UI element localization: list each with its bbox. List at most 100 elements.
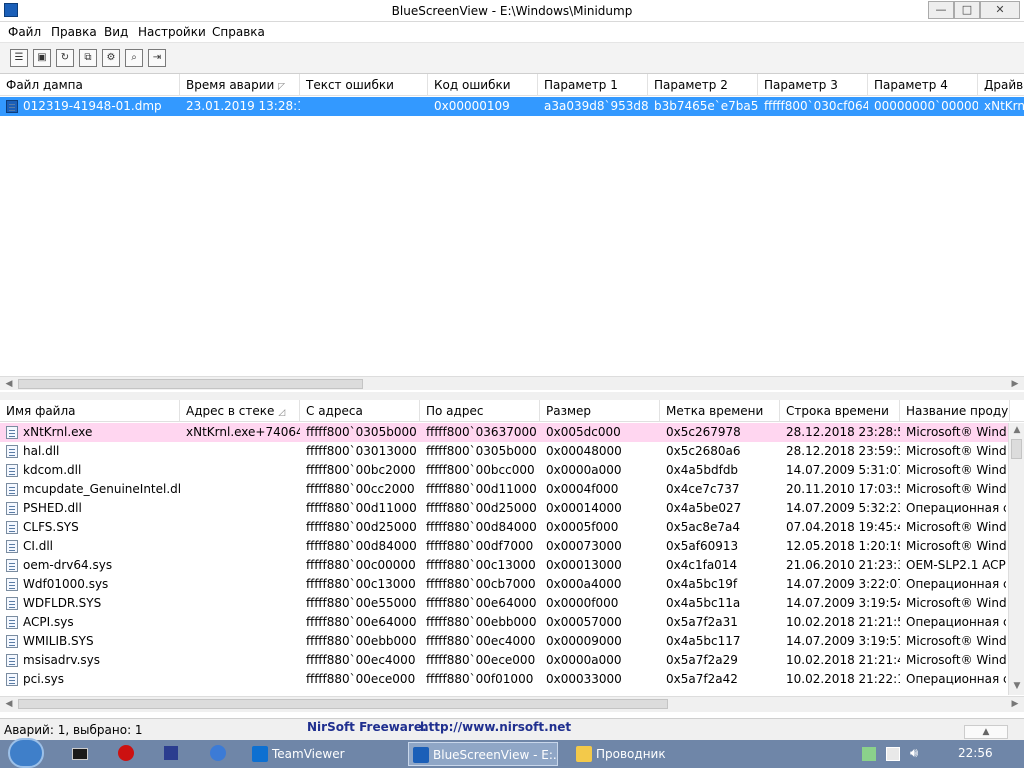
toolbar: ☰ ▣ ↻ ⧉ ⚙ ⌕ ⇥ [0, 42, 1024, 74]
maxthon-icon[interactable] [210, 745, 226, 761]
menu-view[interactable]: Вид [104, 25, 128, 39]
driver-size: 0x00013000 [546, 558, 622, 572]
col-param4[interactable]: Параметр 4 [868, 74, 978, 96]
driver-filename: pci.sys [23, 672, 64, 686]
table-row[interactable]: CI.dll fffff880`00d84000 fffff880`00df7000… [0, 537, 1008, 556]
col-size[interactable]: Размер [540, 400, 660, 422]
col-param1[interactable]: Параметр 1 [538, 74, 648, 96]
col-param3[interactable]: Параметр 3 [758, 74, 868, 96]
collapse-arrow-icon[interactable]: ▲ [964, 725, 1008, 739]
volume-icon[interactable]: 🔊︎ [910, 746, 918, 761]
driver-timestamp: 0x5c267978 [666, 425, 741, 439]
task-bluescreenview[interactable]: BlueScreenView - E:... [408, 742, 558, 766]
menu-file[interactable]: Файл [8, 25, 41, 39]
table-row[interactable]: CLFS.SYS fffff880`00d25000 fffff880`00d840… [0, 518, 1008, 537]
minimize-button[interactable]: — [928, 1, 954, 19]
col-time-string[interactable]: Строка времени [780, 400, 900, 422]
driver-product-name: Операционная си [906, 501, 1006, 515]
refresh-icon[interactable]: ↻ [56, 49, 74, 67]
scroll-down-icon[interactable]: ▼ [1010, 679, 1024, 693]
scroll-left-icon[interactable]: ◀ [2, 697, 16, 711]
close-button[interactable]: ✕ [980, 1, 1020, 19]
col-param2[interactable]: Параметр 2 [648, 74, 758, 96]
tray-flag-icon[interactable] [862, 747, 876, 761]
driver-time-string: 28.12.2018 23:59:34 [786, 444, 900, 458]
driver-from-address: fffff880`00ebb000 [306, 634, 417, 648]
driver-size: 0x00073000 [546, 539, 622, 553]
table-row[interactable]: pci.sys fffff880`00ece000 fffff880`00f0100… [0, 670, 1008, 689]
exit-icon[interactable]: ⇥ [148, 49, 166, 67]
start-button[interactable] [8, 738, 44, 768]
dumps-scroll-thumb[interactable] [18, 379, 363, 389]
driver-product-name: Операционная си [906, 672, 1006, 686]
menu-edit[interactable]: Правка [51, 25, 97, 39]
table-row[interactable]: ACPI.sys fffff880`00e64000 fffff880`00ebb0… [0, 613, 1008, 632]
driver-stack-address [180, 518, 300, 537]
copy-icon[interactable]: ⧉ [79, 49, 97, 67]
menu-settings[interactable]: Настройки [138, 25, 206, 39]
nirsoft-link[interactable]: http://www.nirsoft.net [420, 720, 571, 734]
driver-filename: xNtKrnl.exe [23, 425, 93, 439]
driver-size: 0x00009000 [546, 634, 622, 648]
tray-device-icon[interactable] [886, 747, 900, 761]
driver-stack-address [180, 537, 300, 556]
driver-timestamp: 0x5a7f2a29 [666, 653, 738, 667]
table-row[interactable]: kdcom.dll fffff800`00bc2000 fffff800`00bcc… [0, 461, 1008, 480]
clock[interactable]: 22:56 [958, 746, 993, 760]
table-row[interactable]: xNtKrnl.exe xNtKrnl.exe+74064 fffff800`030… [0, 423, 1008, 442]
cmd-icon[interactable] [72, 748, 88, 760]
save-icon[interactable]: ▣ [33, 49, 51, 67]
col-to-address[interactable]: По адрес [420, 400, 540, 422]
scroll-right-icon[interactable]: ▶ [1008, 697, 1022, 711]
drivers-hscrollbar[interactable]: ◀ ▶ [0, 696, 1024, 712]
col-dump-file[interactable]: Файл дампа [0, 74, 180, 96]
dump-param2: b3b7465e`e7ba5... [654, 99, 758, 113]
drivers-scroll-thumb[interactable] [18, 699, 668, 709]
table-row[interactable]: PSHED.dll fffff880`00d11000 fffff880`00d25… [0, 499, 1008, 518]
col-product-name[interactable]: Название продукт [900, 400, 1010, 422]
task-explorer[interactable]: Проводник [572, 742, 722, 766]
driver-to-address: fffff800`0305b000 [426, 444, 537, 458]
col-filename[interactable]: Имя файла [0, 400, 180, 422]
col-bug-text[interactable]: Текст ошибки [300, 74, 428, 96]
scroll-right-icon[interactable]: ▶ [1008, 377, 1022, 391]
driver-time-string: 14.07.2009 5:32:23 [786, 501, 900, 515]
dumps-hscrollbar[interactable]: ◀ ▶ [0, 376, 1024, 390]
driver-from-address: fffff880`00d11000 [306, 501, 417, 515]
col-stack-address[interactable]: Адрес в стеке ◿ [180, 400, 300, 422]
driver-timestamp: 0x5c2680a6 [666, 444, 741, 458]
table-row[interactable]: mcupdate_GenuineIntel.dll fffff880`00cc20… [0, 480, 1008, 499]
driver-timestamp: 0x4a5bc19f [666, 577, 738, 591]
col-driver[interactable]: Драйве [978, 74, 1024, 96]
options-icon[interactable]: ⚙ [102, 49, 120, 67]
driver-stack-address [180, 480, 300, 499]
scroll-up-icon[interactable]: ▲ [1010, 423, 1024, 437]
col-bug-code[interactable]: Код ошибки [428, 74, 538, 96]
pane-splitter[interactable] [0, 392, 1024, 400]
dump-filename: 012319-41948-01.dmp [23, 99, 162, 113]
table-row[interactable]: WDFLDR.SYS fffff880`00e55000 fffff880`00e6… [0, 594, 1008, 613]
properties-icon[interactable]: ☰ [10, 49, 28, 67]
col-crash-time[interactable]: Время аварии ◸ [180, 74, 300, 96]
find-icon[interactable]: ⌕ [125, 49, 143, 67]
driver-product-name: OEM-SLP2.1 ACPI ... [906, 558, 1006, 572]
table-row[interactable]: hal.dll fffff800`03013000 fffff800`0305b00… [0, 442, 1008, 461]
scroll-left-icon[interactable]: ◀ [2, 377, 16, 391]
table-row[interactable]: Wdf01000.sys fffff880`00c13000 fffff880`00… [0, 575, 1008, 594]
col-timestamp[interactable]: Метка времени [660, 400, 780, 422]
maximize-button[interactable]: □ [954, 1, 980, 19]
driver-from-address: fffff880`00cc2000 [306, 482, 415, 496]
table-row[interactable]: msisadrv.sys fffff880`00ec4000 fffff880`00… [0, 651, 1008, 670]
table-row[interactable]: oem-drv64.sys fffff880`00c00000 fffff880`0… [0, 556, 1008, 575]
bluescreenview-icon [413, 747, 429, 763]
floppy-icon[interactable] [164, 746, 178, 760]
opera-icon[interactable] [118, 745, 134, 761]
drivers-vscroll-thumb[interactable] [1011, 439, 1022, 459]
dump-row[interactable]: 012319-41948-01.dmp 23.01.2019 13:28:13 … [0, 97, 1024, 116]
drivers-vscrollbar[interactable]: ▲ ▼ [1008, 423, 1024, 695]
col-from-address[interactable]: С адреса [300, 400, 420, 422]
task-teamviewer[interactable]: TeamViewer [248, 742, 398, 766]
table-row[interactable]: WMILIB.SYS fffff880`00ebb000 fffff880`00ec… [0, 632, 1008, 651]
driver-product-name: Microsoft® Wind... [906, 444, 1006, 458]
menu-help[interactable]: Справка [212, 25, 265, 39]
